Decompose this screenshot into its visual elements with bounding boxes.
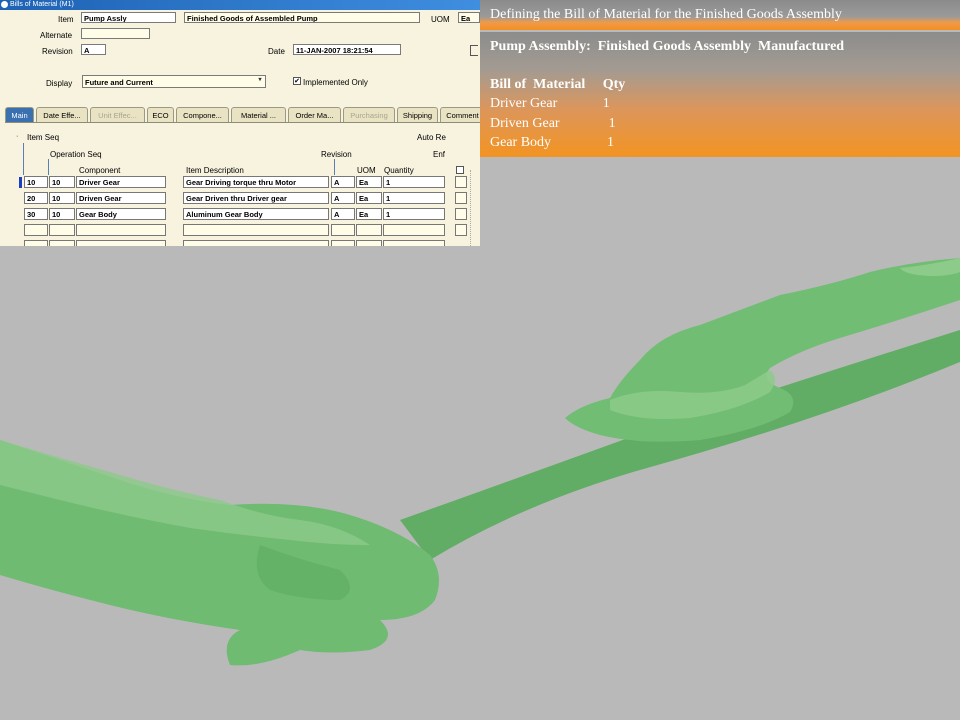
handshake-illustration — [0, 258, 960, 666]
